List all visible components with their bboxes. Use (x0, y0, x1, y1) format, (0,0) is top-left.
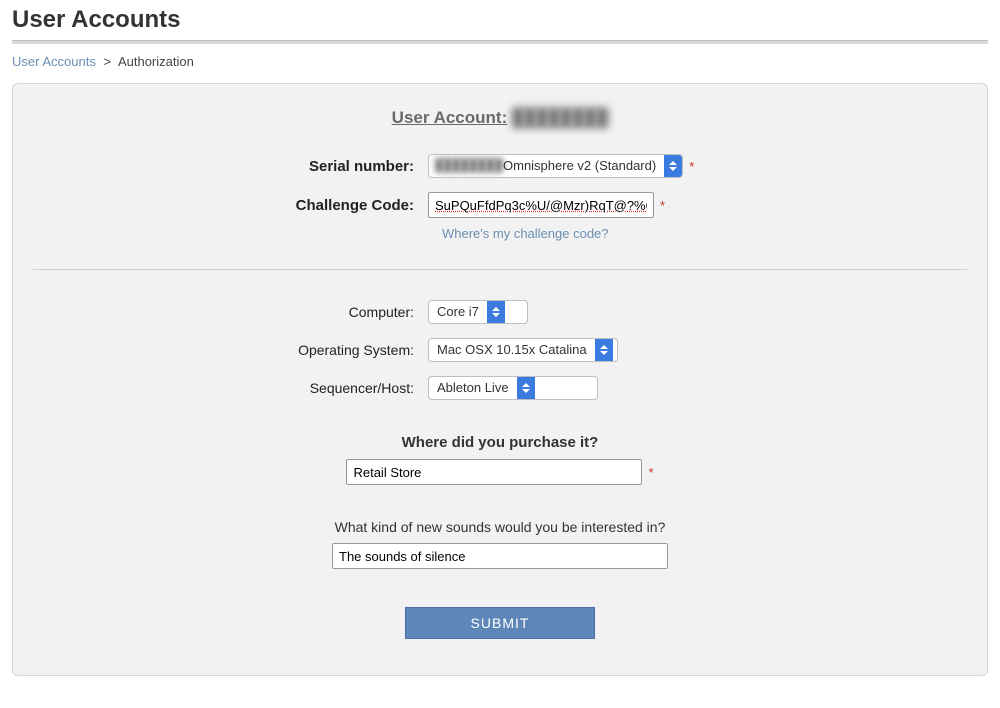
operating-system-select[interactable]: Mac OSX 10.15x Catalina (428, 338, 618, 362)
serial-number-masked-prefix: ████████ (429, 155, 499, 177)
sounds-input[interactable] (332, 543, 668, 569)
select-arrows-icon (487, 301, 505, 323)
required-marker: * (689, 159, 694, 174)
title-rule (12, 40, 988, 44)
operating-system-label: Operating System: (33, 342, 428, 358)
row-challenge-code: Challenge Code: * (33, 192, 967, 218)
computer-label: Computer: (33, 304, 428, 320)
row-computer: Computer: Core i7 (33, 300, 967, 324)
serial-number-value: Omnisphere v2 (Standard) (499, 155, 664, 177)
row-serial-number: Serial number: ████████ Omnisphere v2 (S… (33, 154, 967, 178)
sequencer-host-select[interactable]: Ableton Live (428, 376, 598, 400)
breadcrumb: User Accounts > Authorization (12, 54, 988, 69)
submit-button[interactable]: SUBMIT (405, 607, 595, 639)
sequencer-host-value: Ableton Live (429, 377, 517, 399)
authorization-panel: User Account: ████████ Serial number: ██… (12, 83, 988, 676)
required-marker: * (648, 465, 653, 480)
challenge-code-help-link[interactable]: Where's my challenge code? (442, 226, 967, 241)
breadcrumb-current: Authorization (118, 54, 194, 69)
challenge-code-label: Challenge Code: (33, 197, 428, 214)
required-marker: * (660, 198, 665, 213)
row-sequencer-host: Sequencer/Host: Ableton Live (33, 376, 967, 400)
user-account-line: User Account: ████████ (33, 108, 967, 128)
page-title: User Accounts (12, 6, 988, 34)
purchase-input[interactable] (346, 459, 642, 485)
operating-system-value: Mac OSX 10.15x Catalina (429, 339, 595, 361)
computer-select[interactable]: Core i7 (428, 300, 528, 324)
sequencer-host-label: Sequencer/Host: (33, 380, 428, 396)
breadcrumb-sep: > (103, 54, 111, 69)
purchase-label: Where did you purchase it? (33, 434, 967, 451)
breadcrumb-root-link[interactable]: User Accounts (12, 54, 96, 69)
computer-value: Core i7 (429, 301, 487, 323)
section-divider (33, 269, 967, 270)
select-arrows-icon (517, 377, 535, 399)
challenge-code-input[interactable] (428, 192, 654, 218)
user-account-name-masked: ████████ (512, 108, 608, 128)
row-operating-system: Operating System: Mac OSX 10.15x Catalin… (33, 338, 967, 362)
select-arrows-icon (595, 339, 613, 361)
serial-number-select[interactable]: ████████ Omnisphere v2 (Standard) (428, 154, 683, 178)
user-account-label: User Account: (392, 108, 508, 127)
sounds-block: What kind of new sounds would you be int… (33, 519, 967, 569)
serial-number-label: Serial number: (33, 158, 428, 175)
sounds-label: What kind of new sounds would you be int… (33, 519, 967, 535)
select-arrows-icon (664, 155, 682, 177)
purchase-block: Where did you purchase it? * (33, 434, 967, 485)
